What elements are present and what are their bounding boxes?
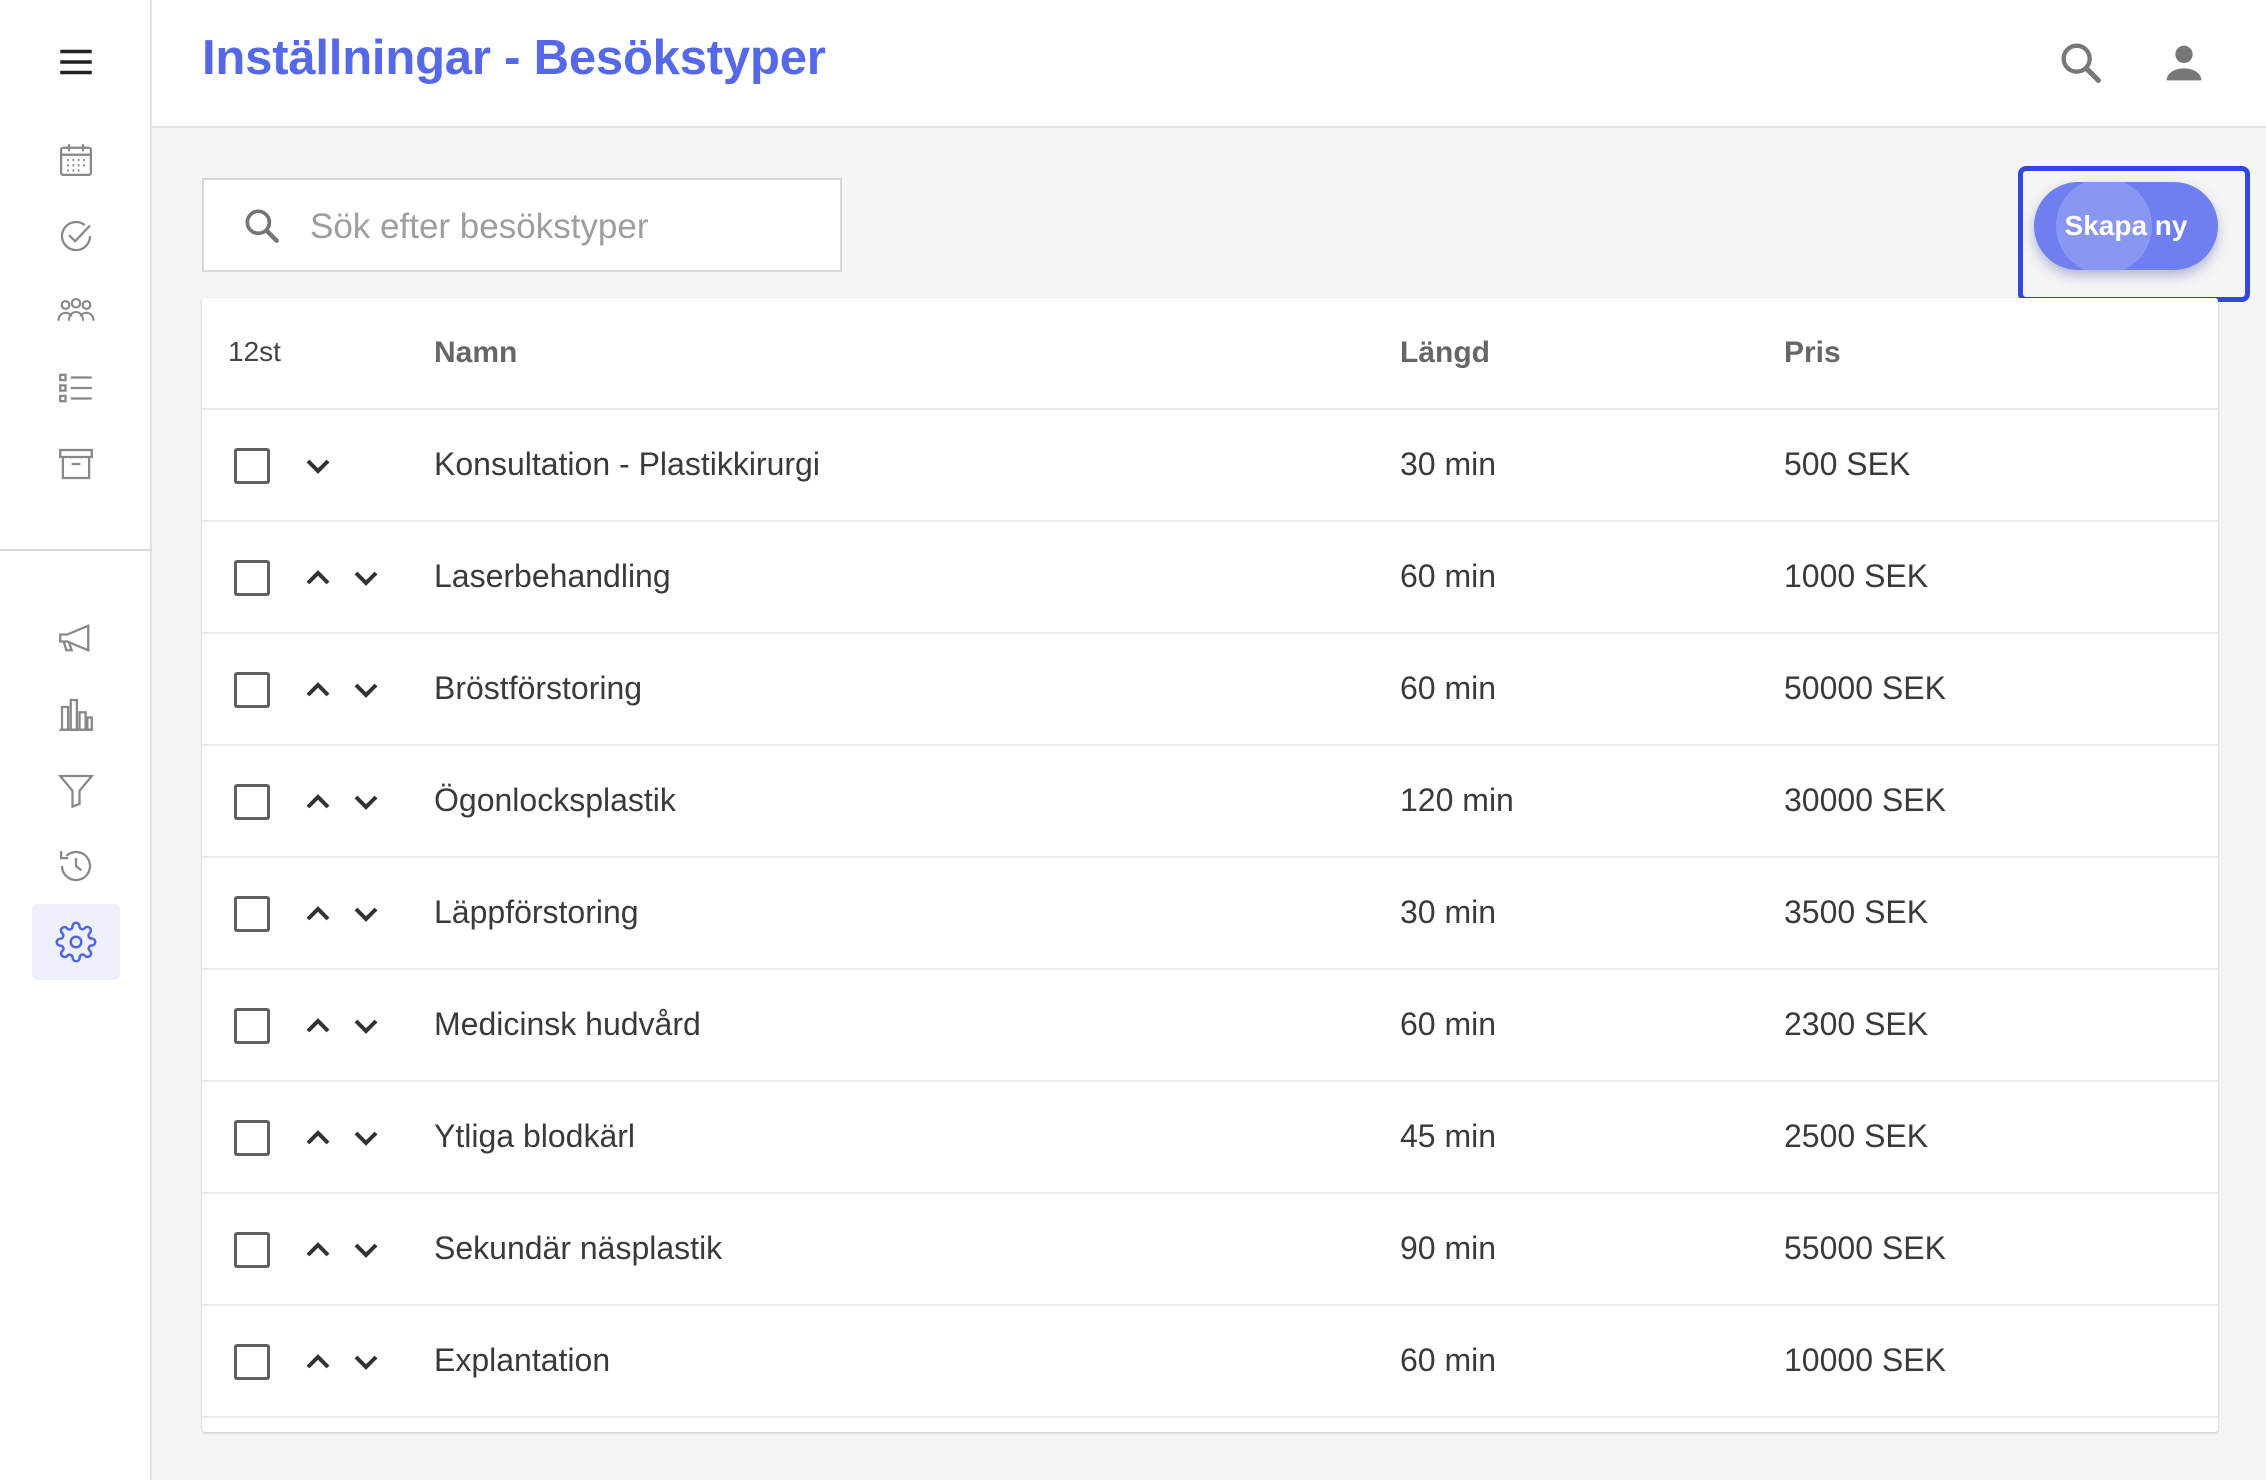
- cell-length: 60 min: [1400, 1006, 1497, 1042]
- check-circle-icon[interactable]: [32, 198, 120, 274]
- create-new-button[interactable]: Skapa ny: [2034, 182, 2218, 270]
- cell-name: Konsultation - Plastikkirurgi: [434, 446, 820, 482]
- move-down-chevron-icon[interactable]: [346, 1118, 386, 1158]
- cell-length: 60 min: [1400, 558, 1497, 594]
- list-icon[interactable]: [32, 350, 120, 426]
- cell-price: 2300 SEK: [1784, 1006, 1929, 1042]
- row-checkbox[interactable]: [234, 784, 270, 820]
- move-down-chevron-icon[interactable]: [346, 1230, 386, 1270]
- table-row[interactable]: Explantation 60 min 10000 SEK: [202, 1306, 2218, 1418]
- sidebar: [0, 0, 152, 1480]
- move-up-chevron-icon[interactable]: [298, 894, 338, 934]
- move-down-chevron-icon[interactable]: [298, 446, 338, 486]
- cell-price: 50000 SEK: [1784, 670, 1946, 706]
- table-header: 12st Namn Längd Pris: [202, 298, 2218, 410]
- archive-box-icon[interactable]: [32, 426, 120, 502]
- cell-length: 60 min: [1400, 670, 1497, 706]
- move-up-chevron-icon[interactable]: [298, 558, 338, 598]
- move-down-chevron-icon[interactable]: [346, 894, 386, 934]
- top-app-bar: Inställningar - Besökstyper: [152, 0, 2266, 128]
- create-new-label: Skapa ny: [2064, 210, 2188, 241]
- row-checkbox[interactable]: [234, 1008, 270, 1044]
- visit-types-table: 12st Namn Längd Pris Konsultation - Plas…: [202, 298, 2218, 1432]
- cell-name: Medicinsk hudvård: [434, 1006, 701, 1042]
- hamburger-menu-icon[interactable]: [32, 24, 120, 100]
- cell-name: Laserbehandling: [434, 558, 671, 594]
- move-down-chevron-icon[interactable]: [346, 782, 386, 822]
- cell-length: 30 min: [1400, 894, 1497, 930]
- move-down-chevron-icon[interactable]: [346, 1342, 386, 1382]
- page-title: Inställningar - Besökstyper: [202, 31, 826, 85]
- search-input[interactable]: [308, 198, 822, 256]
- move-down-chevron-icon[interactable]: [346, 670, 386, 710]
- move-up-chevron-icon[interactable]: [298, 782, 338, 822]
- funnel-icon[interactable]: [32, 752, 120, 828]
- cell-length: 120 min: [1400, 782, 1514, 818]
- table-row[interactable]: Bröstförstoring 60 min 50000 SEK: [202, 634, 2218, 746]
- cell-name: Explantation: [434, 1342, 611, 1378]
- cell-price: 500 SEK: [1784, 446, 1911, 482]
- table-row[interactable]: Sekundär näsplastik 90 min 55000 SEK: [202, 1194, 2218, 1306]
- table-row[interactable]: Ögonlocksplastik 120 min 30000 SEK: [202, 746, 2218, 858]
- column-header-length[interactable]: Längd: [1400, 336, 1490, 370]
- move-down-chevron-icon[interactable]: [346, 1006, 386, 1046]
- sidebar-divider: [0, 549, 152, 551]
- row-checkbox[interactable]: [234, 560, 270, 596]
- cell-price: 55000 SEK: [1784, 1230, 1946, 1266]
- search-field[interactable]: [202, 178, 842, 272]
- gear-icon[interactable]: [32, 904, 120, 980]
- table-row[interactable]: Medicinsk hudvård 60 min 2300 SEK: [202, 970, 2218, 1082]
- row-checkbox[interactable]: [234, 672, 270, 708]
- move-up-chevron-icon[interactable]: [298, 1006, 338, 1046]
- cell-name: Sekundär näsplastik: [434, 1230, 723, 1266]
- move-up-chevron-icon[interactable]: [298, 670, 338, 710]
- row-checkbox[interactable]: [234, 448, 270, 484]
- history-icon[interactable]: [32, 828, 120, 904]
- cell-name: Bröstförstoring: [434, 670, 643, 706]
- table-row[interactable]: Läppförstoring 30 min 3500 SEK: [202, 858, 2218, 970]
- cell-length: 45 min: [1400, 1118, 1497, 1154]
- people-group-icon[interactable]: [32, 274, 120, 350]
- cell-price: 10000 SEK: [1784, 1342, 1946, 1378]
- bar-chart-icon[interactable]: [32, 676, 120, 752]
- row-checkbox[interactable]: [234, 1232, 270, 1268]
- row-checkbox[interactable]: [234, 896, 270, 932]
- cell-name: Ytliga blodkärl: [434, 1118, 635, 1154]
- move-up-chevron-icon[interactable]: [298, 1118, 338, 1158]
- user-account-icon[interactable]: [2155, 34, 2213, 92]
- move-up-chevron-icon[interactable]: [298, 1342, 338, 1382]
- cell-name: Läppförstoring: [434, 894, 639, 930]
- calendar-icon[interactable]: [32, 122, 120, 198]
- row-count: 12st: [228, 336, 281, 367]
- column-header-name[interactable]: Namn: [434, 336, 517, 370]
- cell-length: 30 min: [1400, 446, 1497, 482]
- search-icon: [245, 209, 279, 243]
- cell-price: 1000 SEK: [1784, 558, 1929, 594]
- cell-price: 3500 SEK: [1784, 894, 1929, 930]
- row-checkbox[interactable]: [234, 1344, 270, 1380]
- cell-length: 90 min: [1400, 1230, 1497, 1266]
- cell-price: 2500 SEK: [1784, 1118, 1929, 1154]
- cell-length: 60 min: [1400, 1342, 1497, 1378]
- search-icon[interactable]: [2052, 34, 2110, 92]
- table-row[interactable]: Laserbehandling 60 min 1000 SEK: [202, 522, 2218, 634]
- table-row[interactable]: Konsultation - Plastikkirurgi 30 min 500 S…: [202, 410, 2218, 522]
- move-up-chevron-icon[interactable]: [298, 1230, 338, 1270]
- move-down-chevron-icon[interactable]: [346, 558, 386, 598]
- cell-name: Ögonlocksplastik: [434, 782, 676, 818]
- table-row[interactable]: Ytliga blodkärl 45 min 2500 SEK: [202, 1082, 2218, 1194]
- megaphone-icon[interactable]: [32, 600, 120, 676]
- column-header-price[interactable]: Pris: [1784, 336, 1841, 370]
- cell-price: 30000 SEK: [1784, 782, 1946, 818]
- row-checkbox[interactable]: [234, 1120, 270, 1156]
